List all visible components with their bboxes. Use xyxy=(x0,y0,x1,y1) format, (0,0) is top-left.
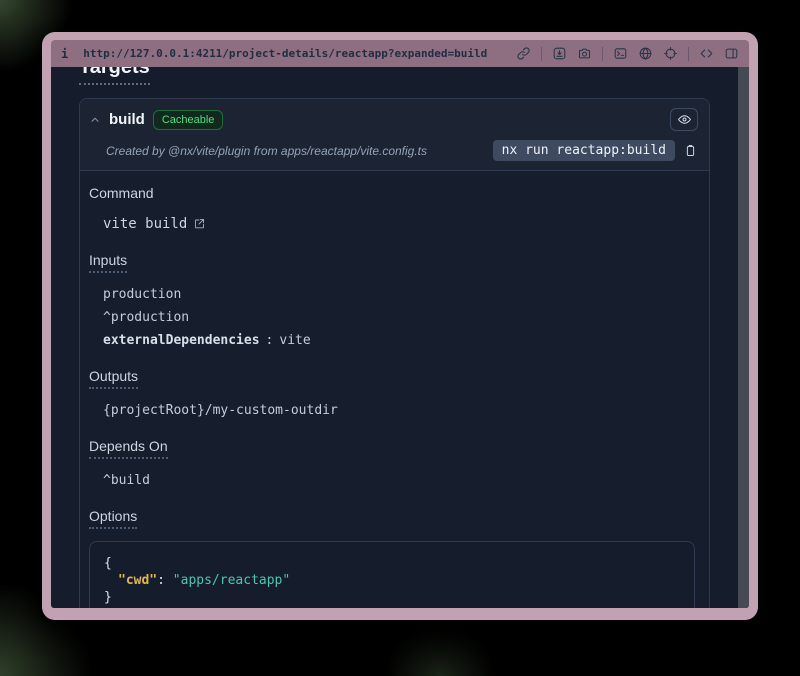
input-key: externalDependencies xyxy=(103,331,260,350)
toolbar-separator xyxy=(688,47,689,61)
dependency-item: ^build xyxy=(103,471,695,490)
cacheable-badge: Cacheable xyxy=(153,110,224,130)
page-viewport: Targets build Cacheable xyxy=(51,67,749,608)
json-property: "cwd": "apps/reactapp" xyxy=(104,572,680,589)
info-icon[interactable]: i xyxy=(61,47,68,61)
build-card-header[interactable]: build Cacheable Created by @nx/vite/plug… xyxy=(80,99,709,171)
crosshair-icon[interactable] xyxy=(663,46,678,61)
inputs-label[interactable]: Inputs xyxy=(89,252,127,273)
browser-window: i http://127.0.0.1:4211/project-details/… xyxy=(42,32,758,620)
terminal-icon[interactable] xyxy=(613,46,628,61)
target-name: build xyxy=(109,111,145,128)
download-icon[interactable] xyxy=(552,46,567,61)
sidebar-icon[interactable] xyxy=(724,46,739,61)
url-address[interactable]: http://127.0.0.1:4211/project-details/re… xyxy=(83,47,487,60)
link-icon[interactable] xyxy=(516,46,531,61)
target-card-build: build Cacheable Created by @nx/vite/plug… xyxy=(79,98,710,608)
section-inputs: Inputs production ^production externalDe… xyxy=(89,252,695,350)
input-separator: : xyxy=(266,331,274,350)
options-json-block: { "cwd": "apps/reactapp" } xyxy=(89,541,695,608)
code-icon[interactable] xyxy=(699,46,714,61)
command-value: vite build xyxy=(103,216,187,232)
output-item: {projectRoot}/my-custom-outdir xyxy=(103,401,695,420)
json-colon: : xyxy=(157,573,173,588)
globe-icon[interactable] xyxy=(638,46,653,61)
input-value: vite xyxy=(279,331,310,350)
browser-toolbar: i http://127.0.0.1:4211/project-details/… xyxy=(51,40,749,67)
created-by-text: Created by @nx/vite/plugin from apps/rea… xyxy=(106,144,427,158)
depends-on-label[interactable]: Depends On xyxy=(89,438,168,459)
desktop-background: { "browser_bar": { "info_icon": "i", "ur… xyxy=(0,0,800,676)
chevron-up-icon[interactable] xyxy=(89,114,101,126)
section-options: Options { "cwd": "apps/reactapp" } xyxy=(89,508,695,608)
section-command: Command vite build xyxy=(89,185,695,234)
copy-command-button[interactable] xyxy=(683,143,698,158)
outputs-label[interactable]: Outputs xyxy=(89,368,138,389)
section-outputs: Outputs {projectRoot}/my-custom-outdir xyxy=(89,368,695,420)
camera-icon[interactable] xyxy=(577,46,592,61)
toolbar-separator xyxy=(602,47,603,61)
json-key: "cwd" xyxy=(118,573,157,588)
json-open-brace: { xyxy=(104,555,680,572)
input-item: production xyxy=(103,285,695,304)
targets-heading: Targets xyxy=(79,67,150,85)
options-label[interactable]: Options xyxy=(89,508,137,529)
input-item: externalDependencies: vite xyxy=(103,331,695,350)
external-link-icon[interactable] xyxy=(193,217,206,230)
view-in-graph-button[interactable] xyxy=(670,108,698,131)
toolbar-actions xyxy=(516,46,739,61)
command-label: Command xyxy=(89,185,154,201)
run-command-chip: nx run reactapp:build xyxy=(493,140,675,161)
build-card-body: Command vite build Inputs production ^pr… xyxy=(80,171,709,608)
vertical-scrollbar[interactable] xyxy=(738,67,749,608)
eye-icon xyxy=(677,112,692,127)
json-close-brace: } xyxy=(104,589,680,606)
input-item: ^production xyxy=(103,308,695,327)
clipboard-icon xyxy=(683,143,698,158)
toolbar-separator xyxy=(541,47,542,61)
project-details-content: Targets build Cacheable xyxy=(79,67,710,608)
json-value: "apps/reactapp" xyxy=(173,573,290,588)
section-depends-on: Depends On ^build xyxy=(89,438,695,490)
